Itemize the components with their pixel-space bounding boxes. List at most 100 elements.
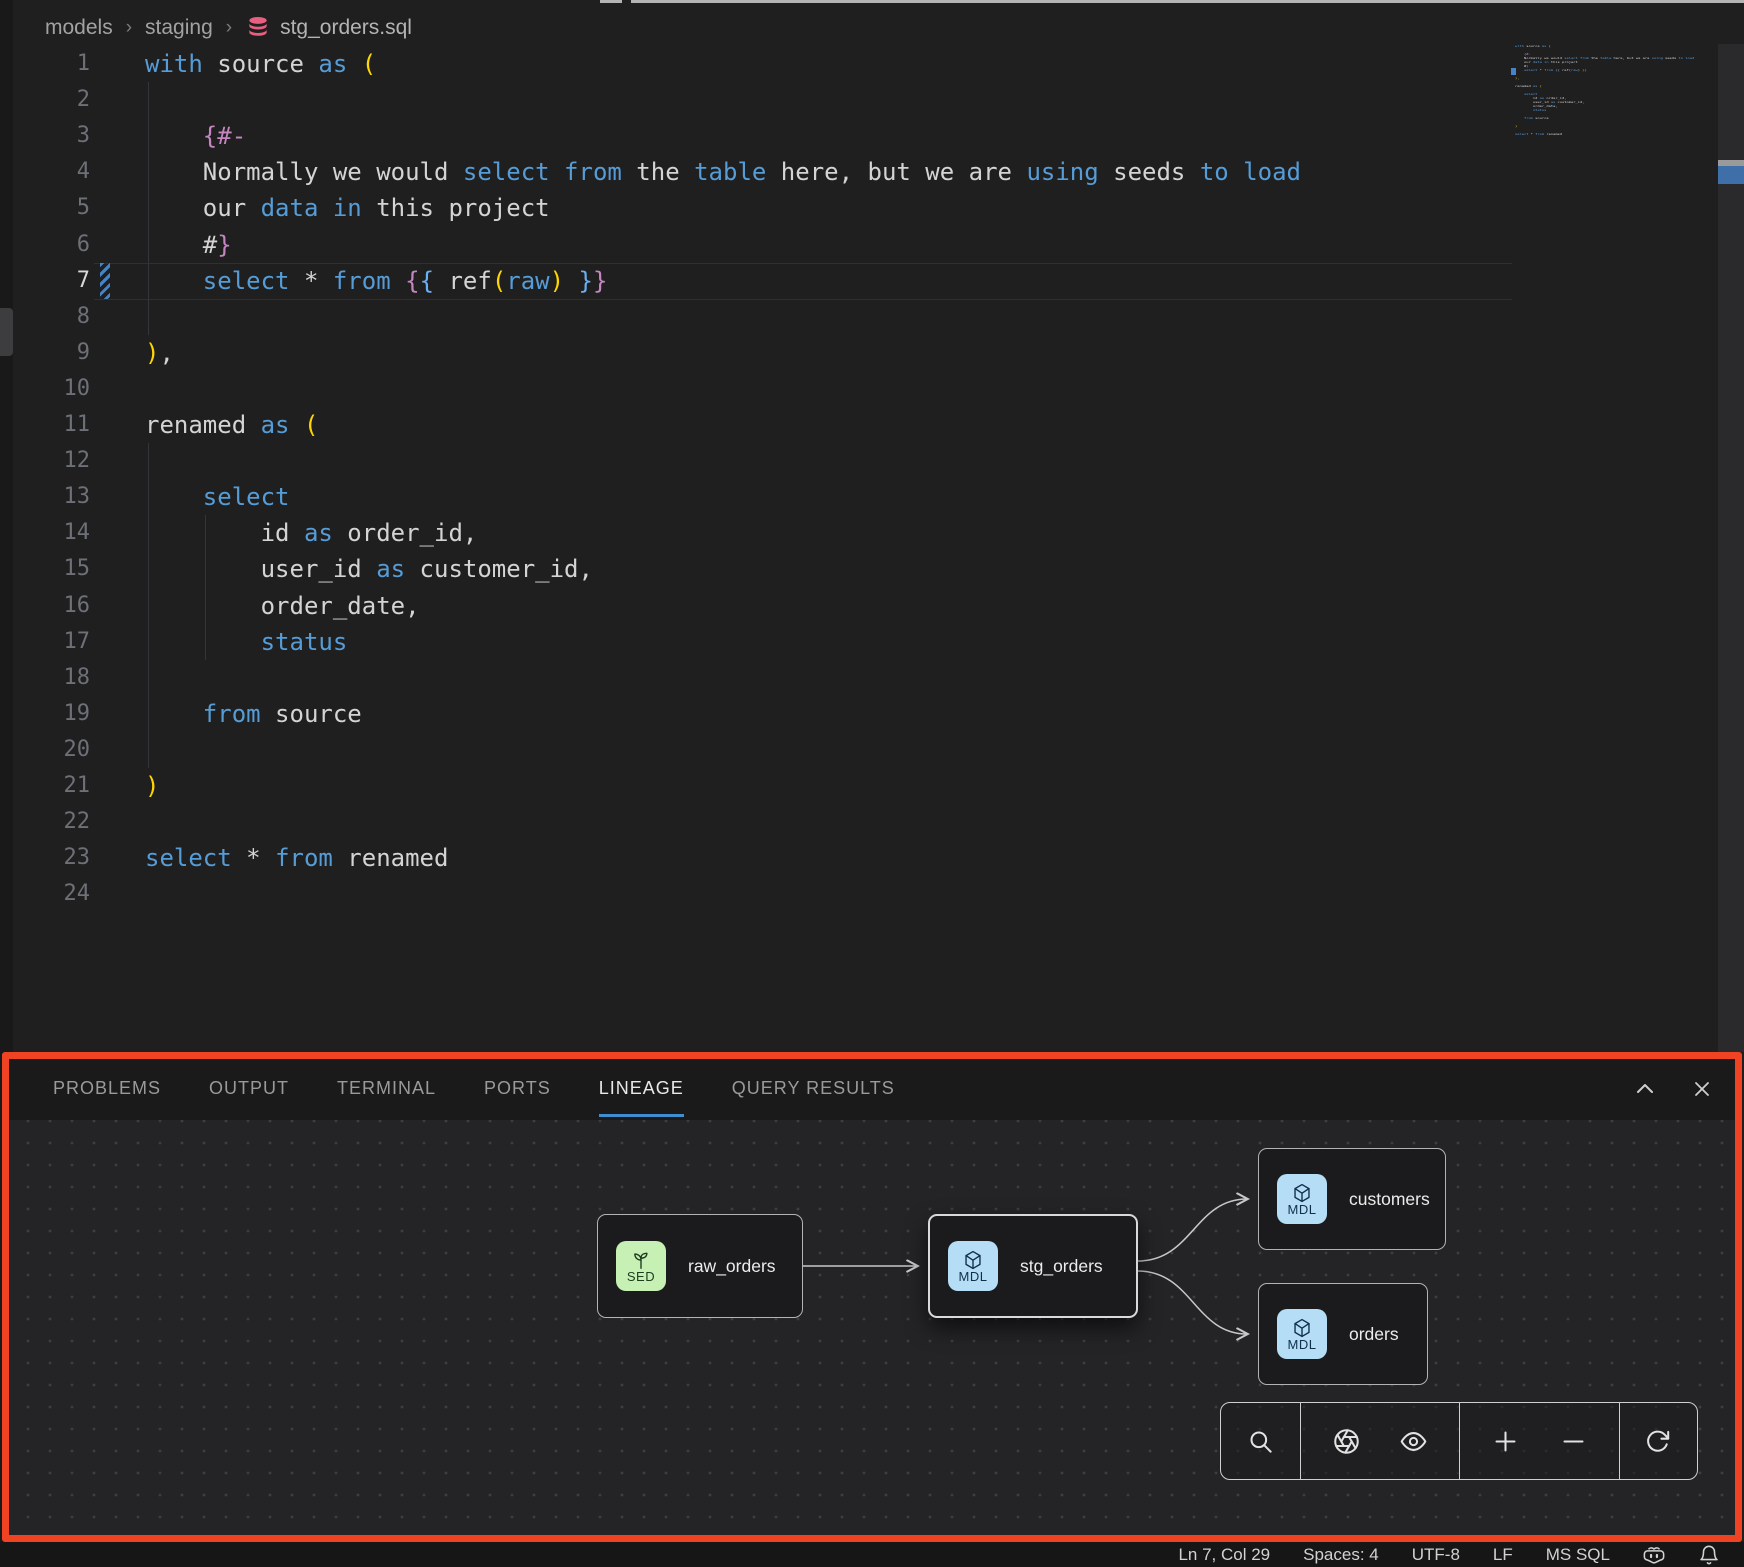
line-number: 15 [0, 551, 90, 587]
node-badge-model: MDL [1277, 1309, 1327, 1359]
database-icon [245, 15, 271, 41]
code-line-6[interactable]: 6 #} [0, 227, 1520, 263]
line-number: 20 [0, 732, 90, 768]
code-text: select * from renamed [145, 840, 448, 876]
overview-ruler-modified-marker [1718, 166, 1744, 184]
code-line-22[interactable]: 22 [0, 804, 1520, 840]
copilot-icon[interactable] [1643, 1544, 1665, 1566]
code-line-8[interactable]: 8 [0, 299, 1520, 335]
breadcrumb-item-staging[interactable]: staging [145, 16, 213, 40]
line-number: 11 [0, 407, 90, 443]
code-line-23[interactable]: 23select * from renamed [0, 840, 1520, 876]
minimap[interactable]: with source as ( {#- Normally we would s… [1515, 44, 1717, 140]
toolbar-group [1619, 1403, 1695, 1479]
code-line-16[interactable]: 16 order_date, [0, 588, 1520, 624]
line-number: 5 [0, 190, 90, 226]
panel-close-button[interactable] [1688, 1075, 1716, 1103]
code-line-11[interactable]: 11renamed as ( [0, 407, 1520, 443]
code-editor[interactable]: 1with source as (23 {#-4 Normally we wou… [0, 46, 1744, 1052]
top-edge-line [600, 0, 622, 3]
code-line-4[interactable]: 4 Normally we would select from the tabl… [0, 154, 1520, 190]
code-line-13[interactable]: 13 select [0, 479, 1520, 515]
cube-icon [1291, 1182, 1313, 1204]
editor-scrollbar[interactable] [1718, 44, 1744, 1052]
code-line-14[interactable]: 14 id as order_id, [0, 515, 1520, 551]
status-cursor-position[interactable]: Ln 7, Col 29 [1178, 1545, 1270, 1565]
breadcrumb-file[interactable]: stg_orders.sql [245, 15, 412, 41]
close-icon [1690, 1077, 1714, 1101]
tab-output[interactable]: OUTPUT [209, 1062, 289, 1117]
code-line-10[interactable]: 10 [0, 371, 1520, 407]
line-number: 17 [0, 624, 90, 660]
aperture-button[interactable] [1324, 1419, 1368, 1463]
breadcrumb: models › staging › stg_orders.sql [45, 9, 412, 47]
tab-query-results[interactable]: QUERY RESULTS [732, 1062, 895, 1117]
refresh-button[interactable] [1636, 1419, 1680, 1463]
line-number: 18 [0, 660, 90, 696]
vscode-window: models › staging › stg_orders.sql 1with sour… [0, 0, 1744, 1567]
breadcrumb-item-models[interactable]: models [45, 16, 113, 40]
lineage-graph[interactable]: SEDraw_ordersMDLstg_ordersMDLcustomersMD… [9, 1120, 1735, 1535]
code-text: #} [145, 227, 232, 263]
line-number: 14 [0, 515, 90, 551]
status-indentation[interactable]: Spaces: 4 [1303, 1545, 1379, 1565]
sprout-icon [630, 1249, 652, 1271]
eye-button[interactable] [1392, 1419, 1436, 1463]
chevron-up-icon [1633, 1077, 1657, 1101]
zoom-in-button[interactable] [1484, 1419, 1528, 1463]
node-badge-model: MDL [948, 1241, 998, 1291]
node-label: customers [1349, 1189, 1430, 1210]
refresh-icon [1644, 1428, 1671, 1455]
code-line-9[interactable]: 9), [0, 335, 1520, 371]
tab-ports[interactable]: PORTS [484, 1062, 551, 1117]
minimap-modified-marker [1511, 68, 1516, 75]
code-line-24[interactable]: 24 [0, 876, 1520, 912]
lineage-node-customers[interactable]: MDL customers [1258, 1148, 1446, 1250]
code-line-18[interactable]: 18 [0, 660, 1520, 696]
bottom-panel: PROBLEMS OUTPUT TERMINAL PORTS LINEAGE QUERY … [2, 1052, 1742, 1542]
code-text: ) [145, 768, 159, 804]
code-line-1[interactable]: 1with source as ( [0, 46, 1520, 82]
search-button[interactable] [1239, 1419, 1283, 1463]
node-label: orders [1349, 1324, 1399, 1345]
code-line-19[interactable]: 19 from source [0, 696, 1520, 732]
tab-lineage[interactable]: LINEAGE [599, 1062, 684, 1117]
node-label: raw_orders [688, 1256, 776, 1277]
node-badge-model: MDL [1277, 1174, 1327, 1224]
code-line-12[interactable]: 12 [0, 443, 1520, 479]
breadcrumb-separator: › [226, 17, 232, 39]
tab-problems[interactable]: PROBLEMS [53, 1062, 161, 1117]
cube-icon [962, 1249, 984, 1271]
cube-icon [1291, 1317, 1313, 1339]
code-line-3[interactable]: 3 {#- [0, 118, 1520, 154]
lineage-edge-stg_orders-to-orders [1138, 1271, 1247, 1334]
file-name: stg_orders.sql [280, 16, 412, 40]
panel-maximize-button[interactable] [1631, 1075, 1659, 1103]
line-number: 3 [0, 118, 90, 154]
status-encoding[interactable]: UTF-8 [1412, 1545, 1460, 1565]
breadcrumb-separator: › [126, 17, 132, 39]
lineage-node-raw_orders[interactable]: SEDraw_orders [597, 1214, 803, 1318]
status-language-mode[interactable]: MS SQL [1546, 1545, 1610, 1565]
tab-terminal[interactable]: TERMINAL [337, 1062, 436, 1117]
lineage-edge-stg_orders-to-customers [1138, 1199, 1247, 1261]
lineage-node-stg_orders[interactable]: MDLstg_orders [928, 1214, 1138, 1318]
zoom-out-button[interactable] [1551, 1419, 1595, 1463]
code-line-7[interactable]: 7 select * from {{ ref(raw) }} [0, 263, 1520, 299]
line-number: 10 [0, 371, 90, 407]
lineage-node-orders[interactable]: MDL orders [1258, 1283, 1428, 1385]
line-number: 13 [0, 479, 90, 515]
code-line-20[interactable]: 20 [0, 732, 1520, 768]
toolbar-group [1459, 1403, 1619, 1479]
code-text: Normally we would select from the table … [145, 154, 1301, 190]
code-line-5[interactable]: 5 our data in this project [0, 190, 1520, 226]
bell-icon[interactable] [1698, 1544, 1720, 1566]
status-eol-sequence[interactable]: LF [1493, 1545, 1513, 1565]
code-line-2[interactable]: 2 [0, 82, 1520, 118]
code-line-17[interactable]: 17 status [0, 624, 1520, 660]
code-line-21[interactable]: 21) [0, 768, 1520, 804]
eye-icon [1400, 1428, 1427, 1455]
code-line-15[interactable]: 15 user_id as customer_id, [0, 551, 1520, 587]
search-icon [1247, 1428, 1274, 1455]
line-number: 21 [0, 768, 90, 804]
